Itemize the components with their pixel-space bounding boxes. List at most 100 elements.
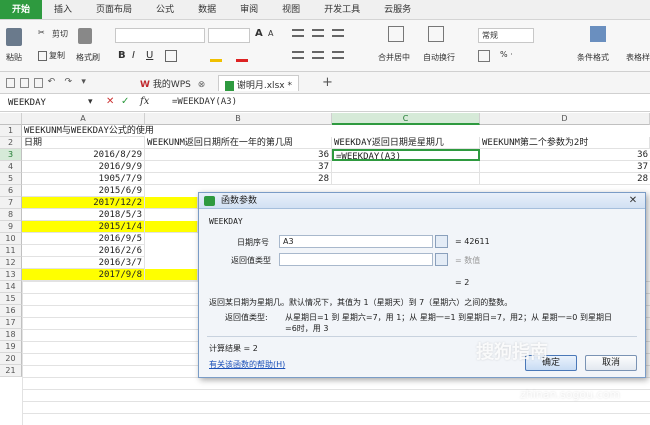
tab-cloud[interactable]: 云服务 <box>372 0 423 19</box>
cell-date[interactable]: 2016/2/6 <box>22 245 145 257</box>
column-header-a[interactable]: A <box>22 113 145 125</box>
quick-access-icons[interactable]: ↶ ↷ ▾ <box>6 77 95 89</box>
row-header[interactable]: 5 <box>0 173 22 185</box>
cell-b2[interactable]: WEEKUNM返回日期所在一年的第几周 <box>145 137 332 149</box>
row-header[interactable]: 8 <box>0 209 22 221</box>
cell-date[interactable]: 2017/12/2 <box>22 197 145 209</box>
align-right-button[interactable] <box>332 50 346 59</box>
dialog-title-bar[interactable]: 函数参数 ✕ <box>199 193 645 209</box>
cell-week[interactable]: 37 <box>145 161 332 173</box>
column-header-c[interactable]: C <box>332 113 480 125</box>
row-header[interactable]: 9 <box>0 221 22 233</box>
wrap-icon-button[interactable] <box>428 26 446 42</box>
cell-b-highlight[interactable] <box>145 197 198 209</box>
align-bottom-button[interactable] <box>332 28 346 37</box>
select-all-corner[interactable] <box>0 113 22 125</box>
cancel-formula-button[interactable]: ✕ <box>106 96 114 107</box>
align-center-button[interactable] <box>312 50 326 59</box>
row-header[interactable]: 12 <box>0 257 22 269</box>
table-style-button[interactable]: 表格样 <box>626 52 650 63</box>
cell-c2[interactable]: WEEKDAY返回日期是星期几 <box>332 137 480 149</box>
font-shrink-button[interactable]: A <box>268 29 273 38</box>
row-header[interactable]: 1 <box>0 125 22 137</box>
bold-button[interactable]: B <box>118 50 126 61</box>
cell-a1[interactable]: WEEKUNM与WEEKDAY公式的使用 <box>22 125 154 137</box>
insert-function-button[interactable]: fx <box>140 96 149 107</box>
tab-review[interactable]: 审阅 <box>228 0 270 19</box>
percent-button[interactable]: % · <box>500 50 513 59</box>
tab-data[interactable]: 数据 <box>186 0 228 19</box>
cell-date[interactable]: 1905/7/9 <box>22 173 145 185</box>
tab-formulas[interactable]: 公式 <box>144 0 186 19</box>
merge-icon-button[interactable] <box>388 26 406 42</box>
column-header-d[interactable]: D <box>480 113 650 125</box>
arg2-input[interactable] <box>279 253 433 266</box>
format-painter-button[interactable] <box>78 28 94 44</box>
conditional-format-button[interactable]: 条件格式 <box>577 52 609 63</box>
row-header[interactable]: 14 <box>0 281 22 293</box>
cell-b-highlight[interactable] <box>145 269 198 281</box>
column-header-b[interactable]: B <box>145 113 332 125</box>
cell-date[interactable]: 2016/3/7 <box>22 257 145 269</box>
font-color-button[interactable] <box>236 50 250 62</box>
cell-b-highlight[interactable] <box>145 221 198 233</box>
tab-view[interactable]: 视图 <box>270 0 312 19</box>
cancel-button[interactable]: 取消 <box>585 355 637 371</box>
number-format-select[interactable]: 常规 <box>478 28 534 43</box>
cell-a2[interactable]: 日期 <box>22 137 145 149</box>
arg2-collapse-button[interactable] <box>435 253 448 266</box>
row-header[interactable]: 2 <box>0 137 22 149</box>
font-size-input[interactable] <box>208 28 250 43</box>
row-header[interactable]: 18 <box>0 329 22 341</box>
cell-date[interactable]: 2018/5/3 <box>22 209 145 221</box>
cell-date[interactable]: 2016/8/29 <box>22 149 145 161</box>
row-header[interactable]: 17 <box>0 317 22 329</box>
tab-file-active[interactable]: 谢明月.xlsx * <box>218 75 299 91</box>
confirm-formula-button[interactable]: ✓ <box>121 96 129 107</box>
tab-page-layout[interactable]: 页面布局 <box>84 0 144 19</box>
name-box-dropdown[interactable]: ▾ <box>88 97 93 107</box>
arg1-input[interactable]: A3 <box>279 235 433 248</box>
row-header[interactable]: 4 <box>0 161 22 173</box>
font-grow-button[interactable]: A <box>255 28 263 39</box>
font-name-input[interactable] <box>115 28 205 43</box>
tab-my-wps[interactable]: W 我的WPS ⊗ <box>140 77 205 90</box>
cell-date[interactable]: 2015/1/4 <box>22 221 145 233</box>
underline-button[interactable]: U <box>146 50 153 61</box>
cell-d[interactable]: 37 <box>480 161 650 173</box>
wrap-text-button[interactable]: 自动换行 <box>423 52 455 63</box>
tab-insert[interactable]: 插入 <box>42 0 84 19</box>
currency-button[interactable] <box>478 50 492 62</box>
align-top-button[interactable] <box>292 28 306 37</box>
copy-button[interactable]: 复制 <box>38 50 65 61</box>
cell-d2[interactable]: WEEKUNM第二个参数为2时 <box>480 137 650 149</box>
row-header[interactable]: 7 <box>0 197 22 209</box>
border-button[interactable] <box>165 50 179 62</box>
row-header[interactable]: 11 <box>0 245 22 257</box>
cut-button[interactable]: ✂ 剪切 <box>38 28 68 40</box>
row-header[interactable]: 3 <box>0 149 22 161</box>
align-middle-button[interactable] <box>312 28 326 37</box>
cell-week[interactable]: 28 <box>145 173 332 185</box>
add-tab-button[interactable]: + <box>322 75 333 90</box>
paste-label[interactable]: 粘贴 <box>6 52 22 63</box>
row-header[interactable]: 15 <box>0 293 22 305</box>
arg1-collapse-button[interactable] <box>435 235 448 248</box>
tab-home[interactable]: 开始 <box>0 0 43 19</box>
cell-date[interactable]: 2015/6/9 <box>22 185 145 197</box>
merge-center-button[interactable]: 合并居中 <box>378 52 410 63</box>
italic-button[interactable]: I <box>132 50 135 61</box>
cond-format-icon-button[interactable] <box>590 26 608 42</box>
cell-c3-active[interactable]: =WEEKDAY(A3) <box>332 149 480 162</box>
close-button[interactable]: ✕ <box>625 195 641 207</box>
row-header[interactable]: 10 <box>0 233 22 245</box>
cell-c[interactable] <box>332 161 480 173</box>
cell-date[interactable]: 2016/9/5 <box>22 233 145 245</box>
row-header[interactable]: 21 <box>0 365 22 377</box>
align-left-button[interactable] <box>292 50 306 59</box>
paste-button[interactable] <box>6 28 24 46</box>
row-header[interactable]: 13 <box>0 269 22 281</box>
help-link[interactable]: 有关该函数的帮助(H) <box>209 359 285 370</box>
cell-c[interactable] <box>332 173 480 185</box>
formula-input[interactable]: =WEEKDAY(A3) <box>172 97 237 107</box>
